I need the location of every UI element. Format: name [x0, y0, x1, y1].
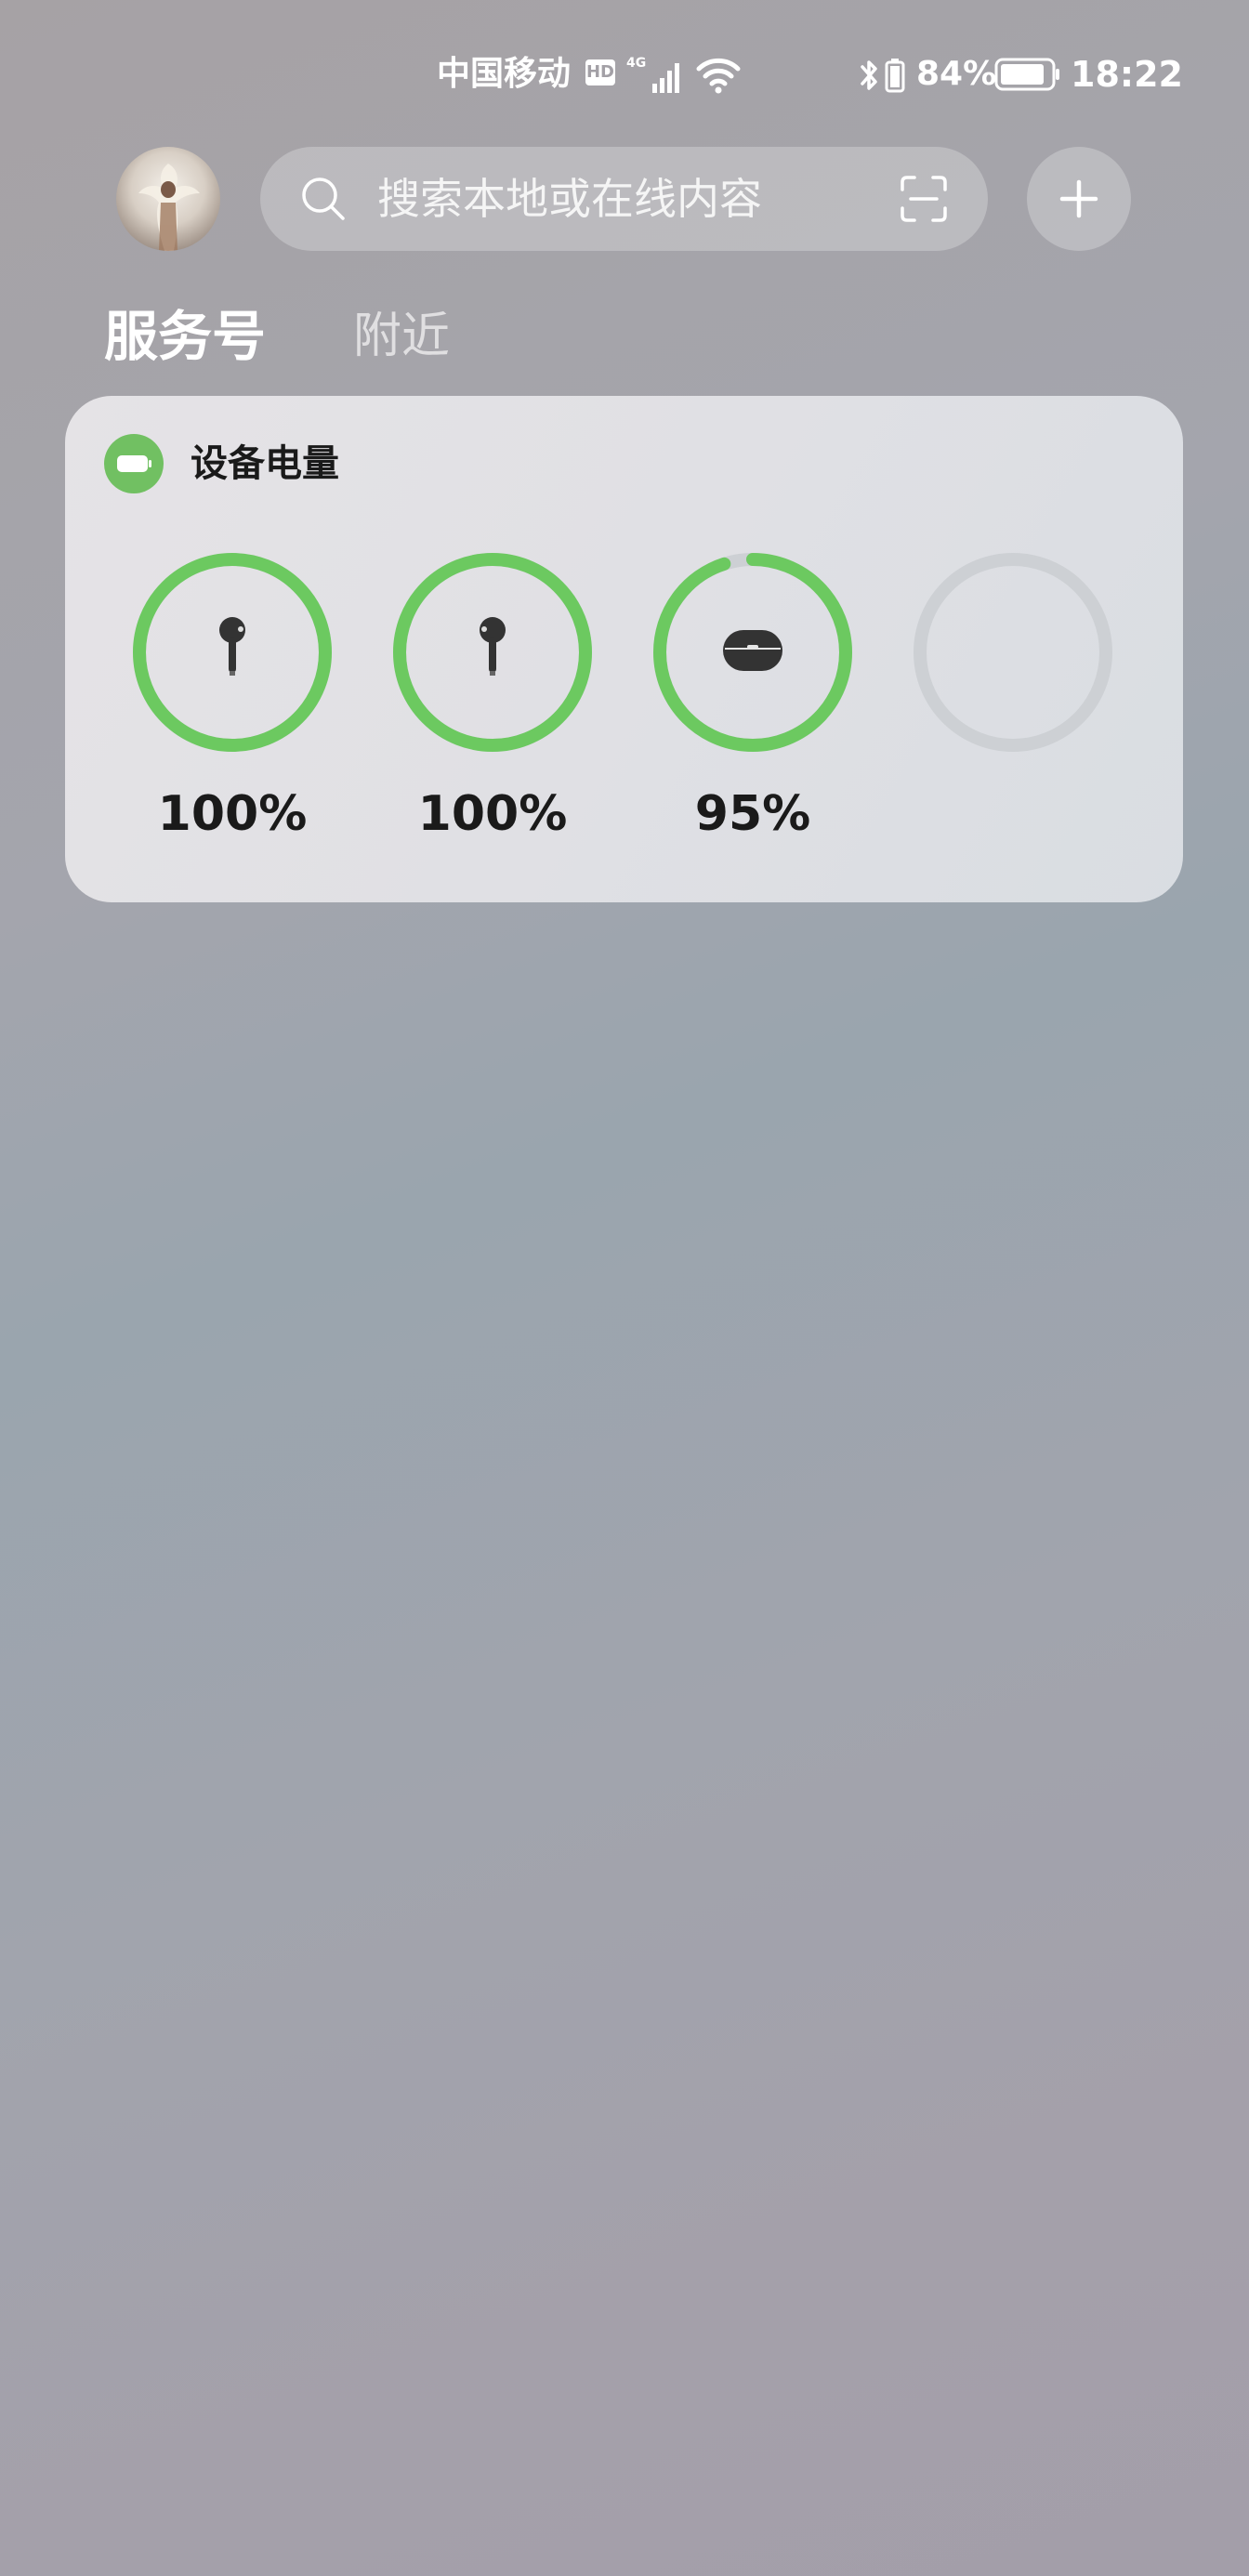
card-title: 设备电量: [191, 442, 339, 485]
battery-icon: [104, 434, 164, 493]
earbud-battery-icon: [885, 59, 905, 93]
device-charging-case[interactable]: 95%: [652, 552, 853, 844]
battery-level-label: 95%: [694, 786, 811, 842]
battery-ring: [132, 552, 333, 753]
carrier-name: 中国移动: [437, 55, 572, 93]
avatar[interactable]: [116, 147, 220, 251]
plus-icon: [1059, 179, 1098, 218]
tab-nearby[interactable]: 附近: [353, 299, 450, 374]
status-bar: 中国移动 HD 4G 84% 18:22: [0, 48, 1249, 104]
battery-ring: [913, 552, 1113, 753]
battery-ring: [652, 552, 853, 753]
add-button[interactable]: [1027, 147, 1131, 251]
search-placeholder: 搜索本地或在线内容: [377, 174, 762, 224]
tab-service-accounts[interactable]: 服务号: [104, 299, 266, 374]
avatar-image: [138, 164, 200, 251]
network-type: 4G: [626, 56, 646, 71]
battery-level-label: 100%: [417, 786, 568, 842]
left-earbud-icon: [219, 617, 245, 676]
charging-case-icon: [723, 630, 782, 671]
right-earbud-icon: [480, 617, 506, 676]
signal-icon: 4G: [626, 56, 679, 93]
wifi-icon: [696, 58, 741, 94]
device-battery-card[interactable]: 设备电量 100% 100% 95%: [65, 396, 1183, 902]
battery-percent: 84%: [916, 55, 997, 93]
clock-time: 18:22: [1071, 54, 1183, 95]
search-icon: [302, 177, 345, 220]
device-left-earbud[interactable]: 100%: [132, 552, 333, 844]
battery-icon: [994, 58, 1059, 91]
battery-level-label: 100%: [157, 786, 308, 842]
scan-icon[interactable]: [900, 175, 948, 223]
device-right-earbud[interactable]: 100%: [392, 552, 593, 844]
search-bar[interactable]: 搜索本地或在线内容: [260, 147, 988, 251]
battery-ring: [392, 552, 593, 753]
hd-badge: HD: [585, 59, 615, 85]
device-empty-slot[interactable]: [913, 552, 1113, 784]
bluetooth-icon: [861, 60, 877, 90]
